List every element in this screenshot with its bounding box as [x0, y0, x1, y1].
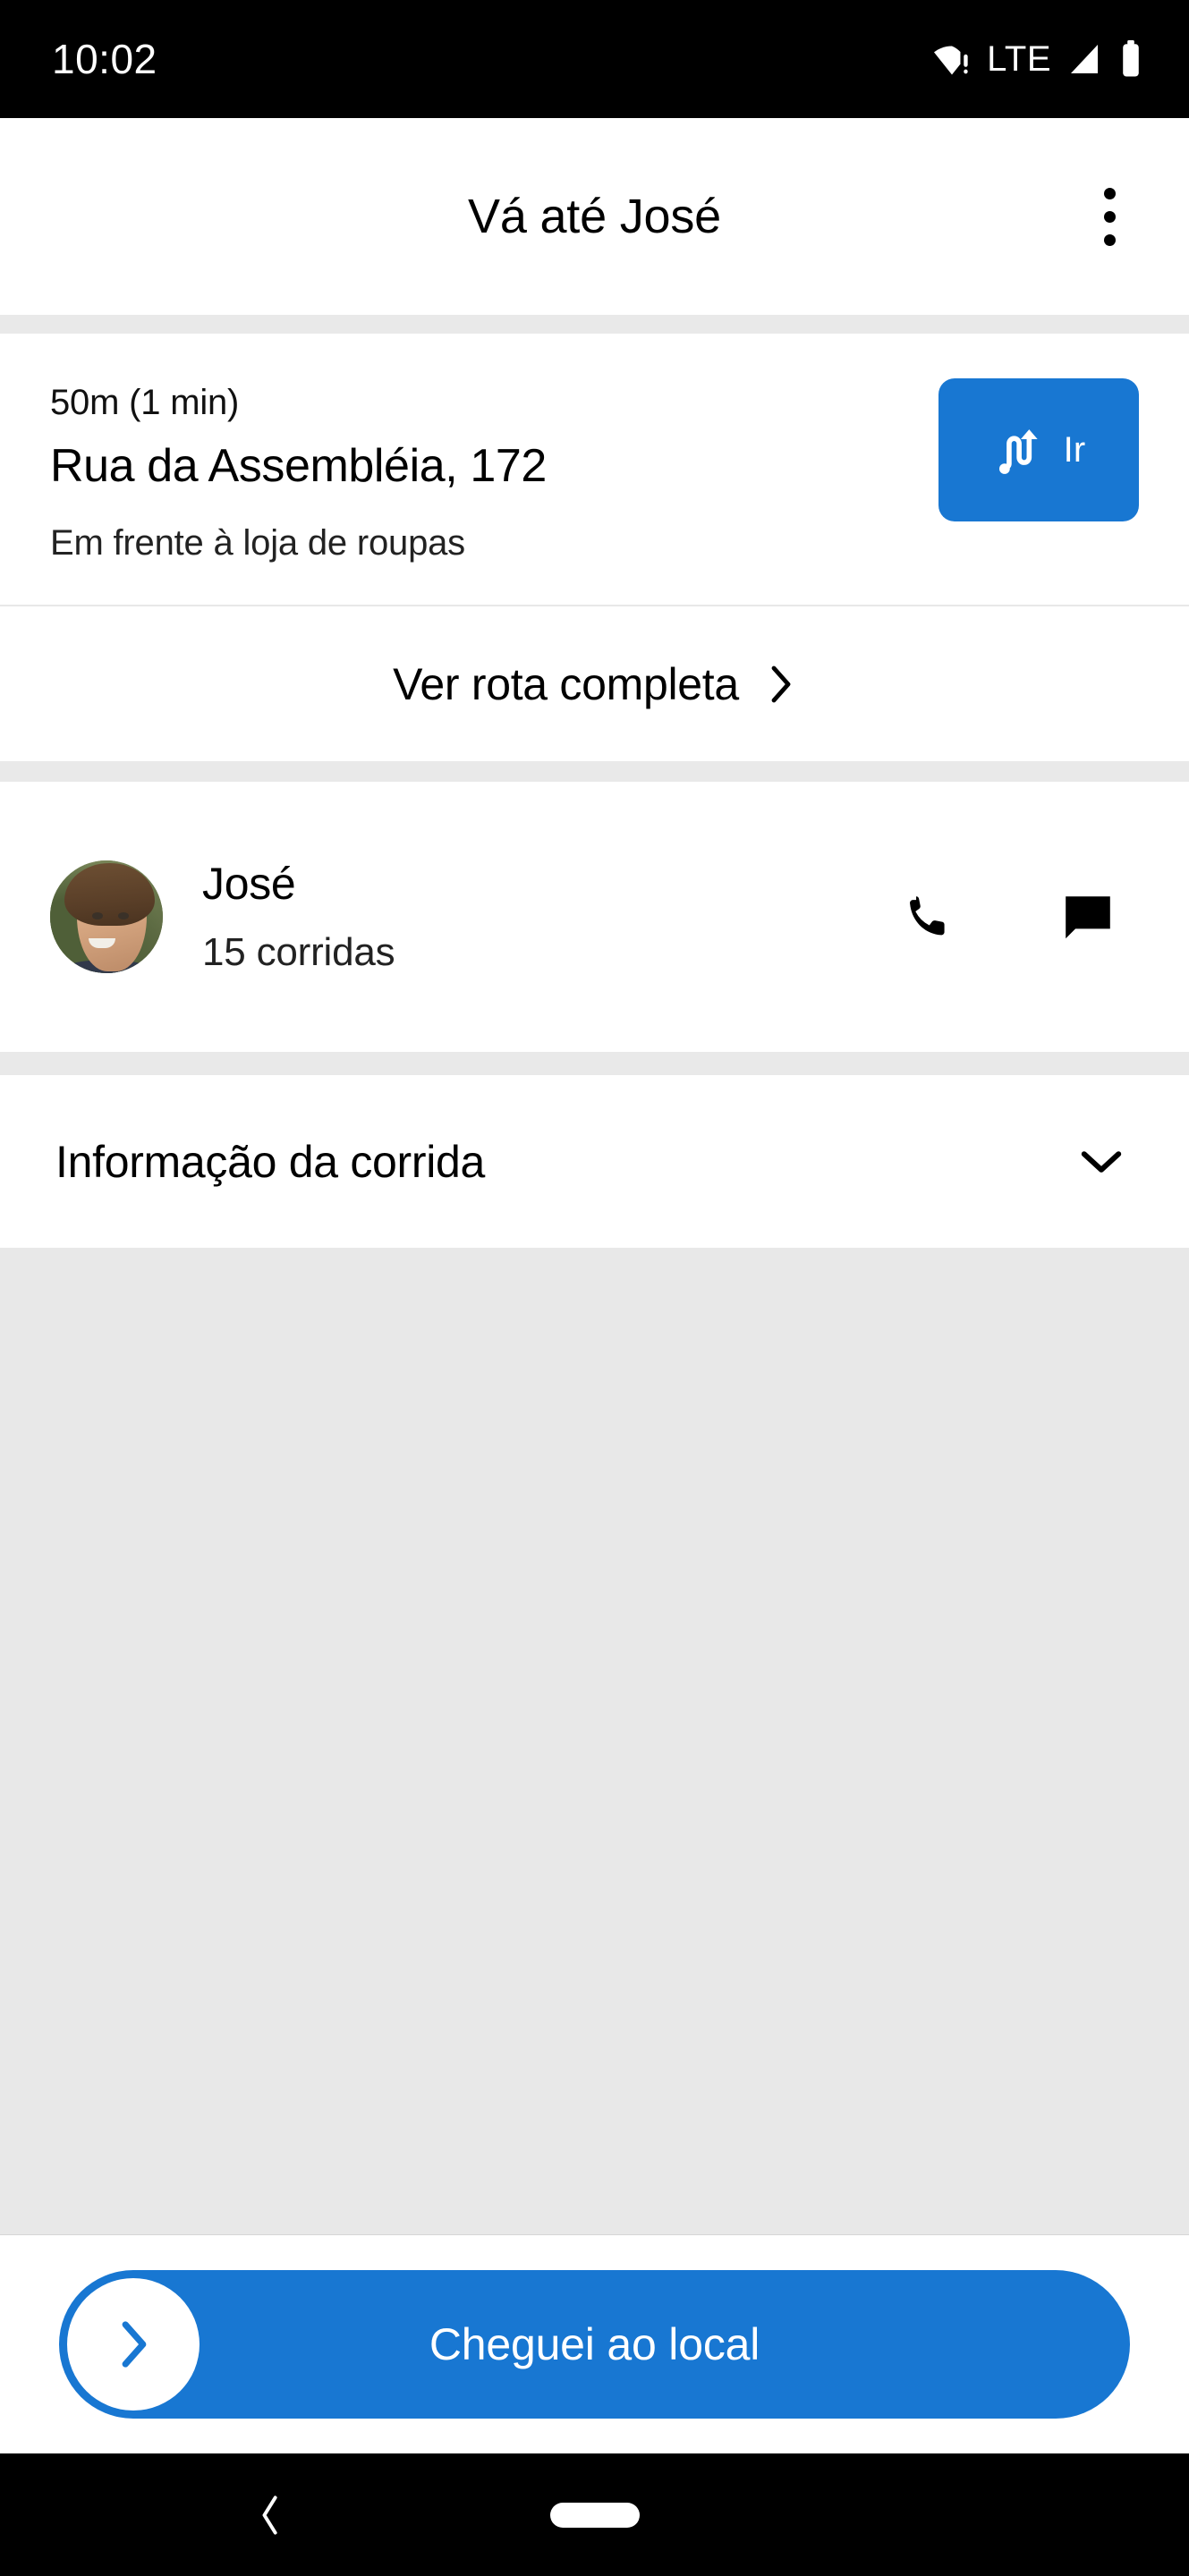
navigate-go-button[interactable]: Ir	[938, 378, 1139, 521]
android-nav-bar	[0, 2453, 1189, 2576]
chevron-down-icon	[1080, 1148, 1123, 1175]
chevron-right-icon	[115, 2320, 151, 2368]
view-full-route-row[interactable]: Ver rota completa	[0, 606, 1189, 762]
back-chevron-icon[interactable]	[234, 2479, 306, 2551]
dot	[1103, 210, 1116, 223]
navigate-go-label: Ir	[1063, 429, 1086, 470]
section-divider	[0, 315, 1189, 334]
ride-info-label: Informação da corrida	[55, 1136, 486, 1187]
destination-text-group: 50m (1 min) Rua da Assembléia, 172 Em fr…	[50, 377, 547, 565]
network-type-label: LTE	[987, 39, 1051, 79]
arrived-slide-label: Cheguei ao local	[429, 2319, 760, 2369]
phone-icon	[901, 889, 956, 945]
destination-street: Rua da Assembléia, 172	[50, 440, 547, 492]
passenger-ride-count: 15 corridas	[202, 929, 395, 974]
call-passenger-button[interactable]	[897, 886, 960, 948]
status-bar-icons: LTE	[932, 40, 1142, 78]
footer-action-bar: Cheguei ao local	[0, 2235, 1189, 2453]
route-navigate-icon	[992, 421, 1049, 479]
map-view[interactable]	[0, 1248, 1189, 2235]
arrived-slide-knob[interactable]	[67, 2278, 200, 2411]
chat-passenger-button[interactable]	[1057, 886, 1119, 948]
section-divider	[0, 761, 1189, 783]
home-pill-icon[interactable]	[549, 2502, 640, 2528]
battery-icon	[1119, 40, 1142, 78]
page-title: Vá até José	[468, 190, 721, 243]
passenger-avatar-photo[interactable]	[50, 860, 163, 974]
dot	[1103, 187, 1116, 199]
more-vertical-icon[interactable]	[1069, 176, 1150, 257]
passenger-card: José 15 corridas	[0, 782, 1189, 1053]
ride-info-section-header[interactable]: Informação da corrida	[0, 1075, 1189, 1249]
status-bar: 10:02 LTE	[0, 0, 1189, 118]
phone-screen: 10:02 LTE Vá até José 50m (1 min) Rua da…	[0, 0, 1189, 2576]
section-divider	[0, 1052, 1189, 1076]
passenger-name: José	[202, 859, 296, 910]
passenger-actions	[897, 886, 1139, 948]
dot	[1103, 233, 1116, 246]
wifi-warning-icon	[932, 41, 972, 77]
signal-icon	[1066, 41, 1104, 77]
destination-note: Em frente à loja de roupas	[50, 523, 465, 564]
chevron-right-icon	[766, 665, 796, 704]
view-full-route-label: Ver rota completa	[393, 658, 739, 709]
app-bar: Vá até José	[0, 118, 1189, 315]
destination-eta: 50m (1 min)	[50, 383, 240, 422]
passenger-info: José 15 corridas	[202, 859, 897, 975]
status-bar-clock: 10:02	[52, 36, 157, 82]
arrived-slide-button[interactable]: Cheguei ao local	[59, 2270, 1130, 2419]
destination-card: 50m (1 min) Rua da Assembléia, 172 Em fr…	[0, 334, 1189, 606]
chat-bubble-icon	[1060, 891, 1116, 943]
